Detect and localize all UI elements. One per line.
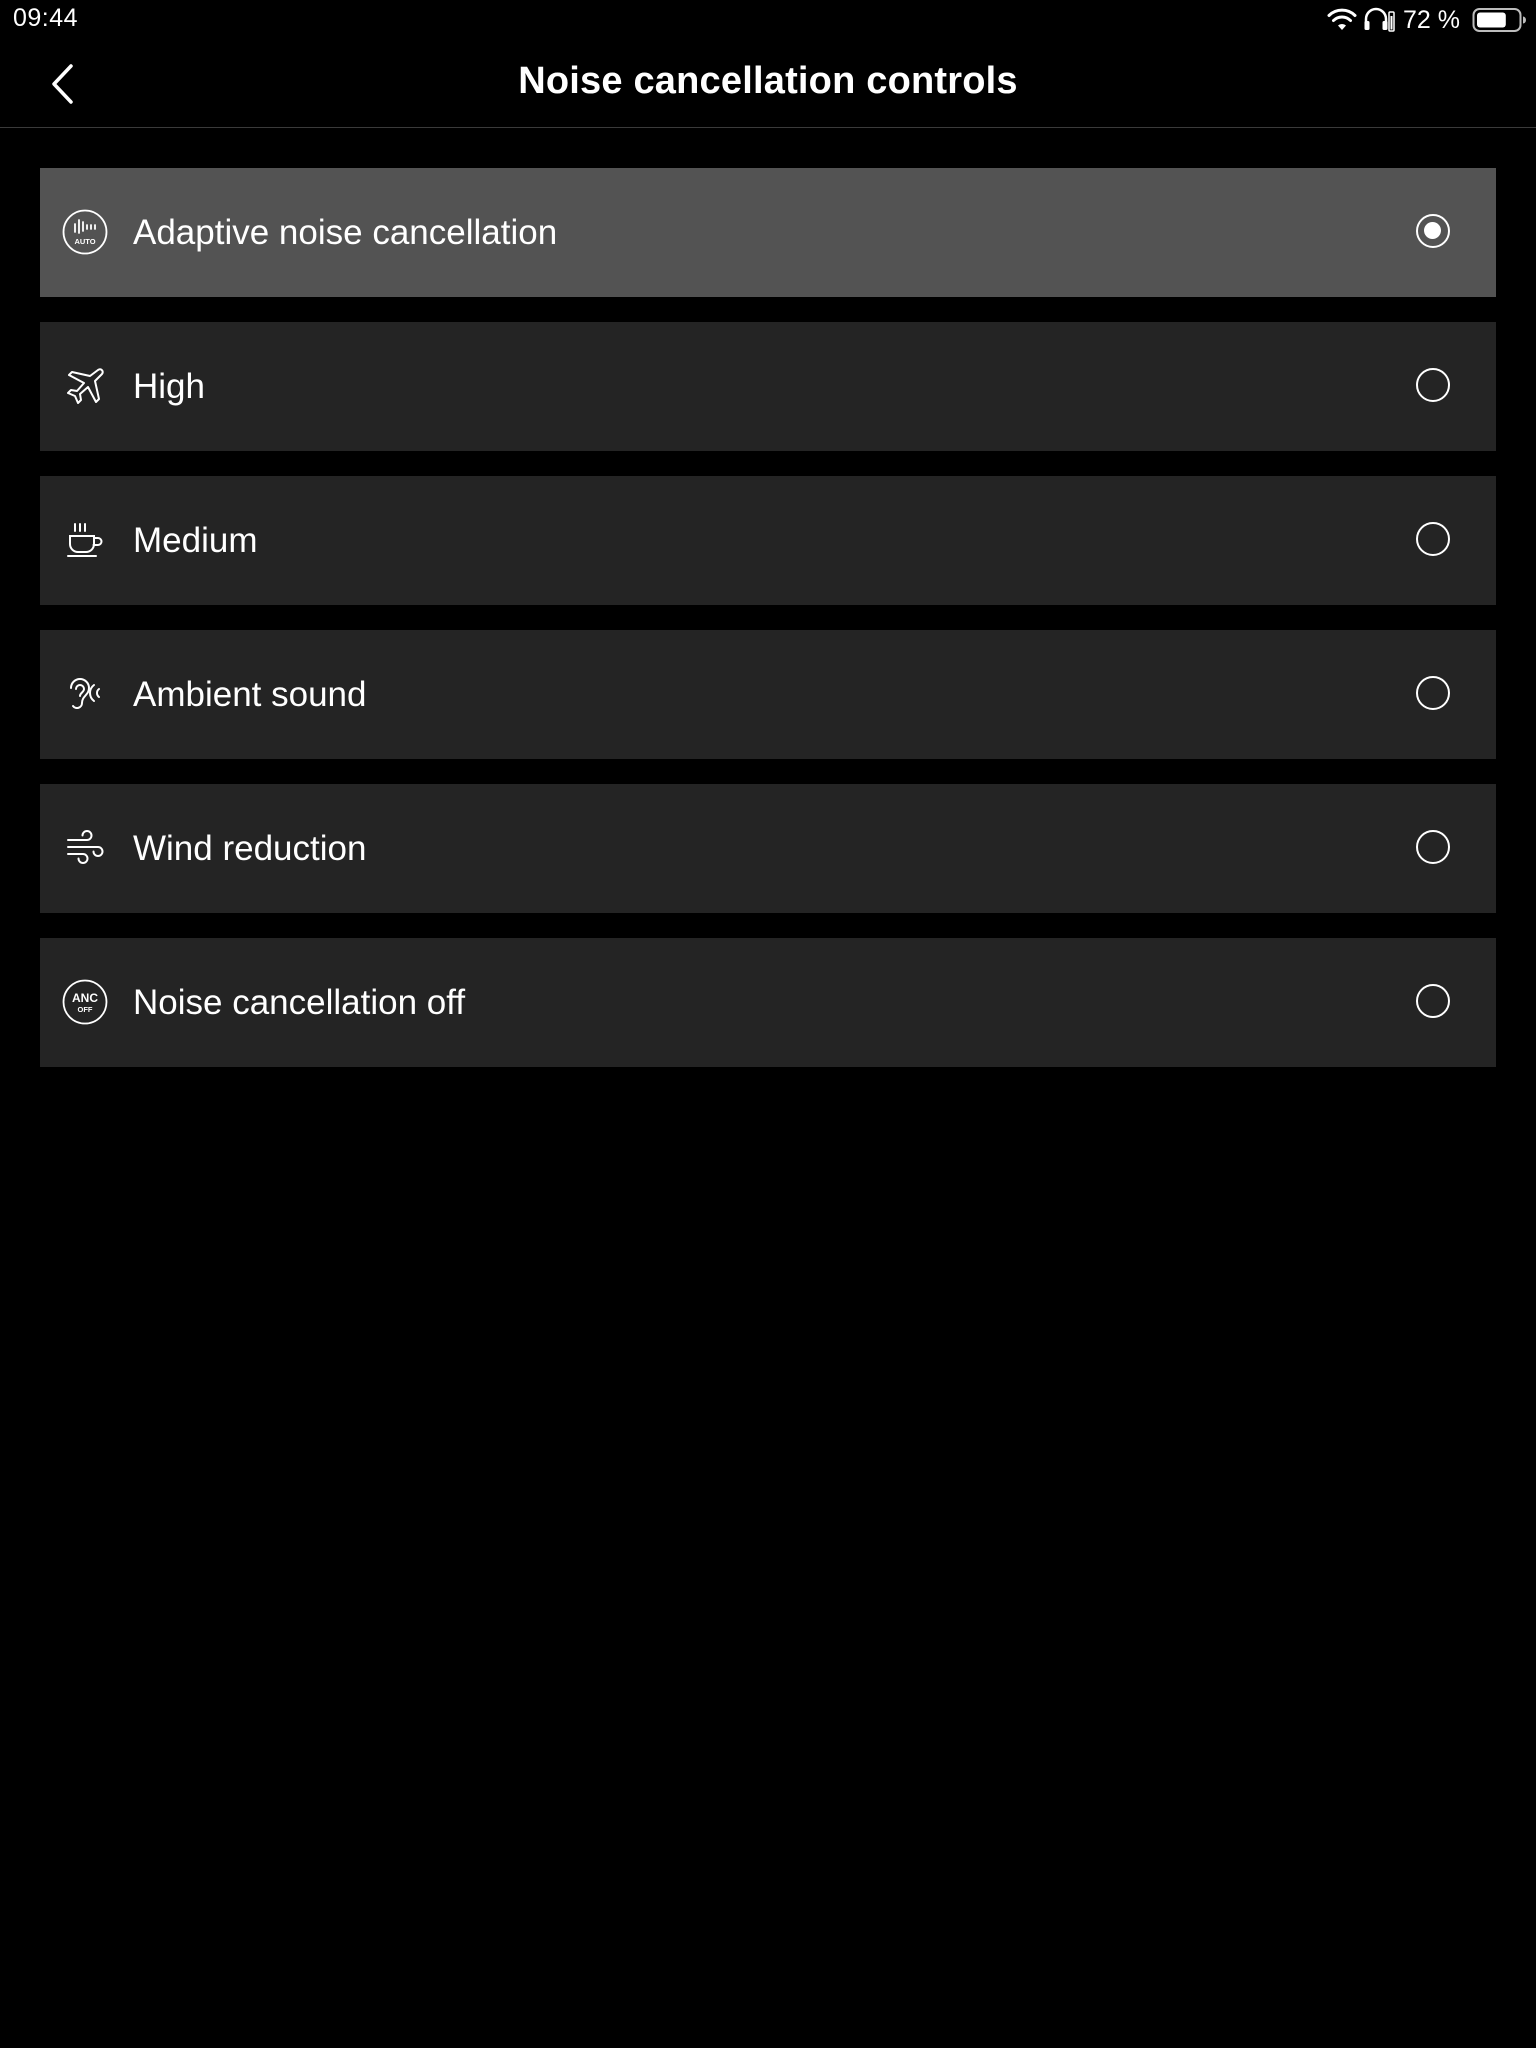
option-medium[interactable]: Medium [40, 476, 1496, 605]
option-high[interactable]: High [40, 322, 1496, 451]
airplane-icon [62, 363, 108, 409]
radio-button[interactable] [1416, 214, 1450, 248]
option-label: Medium [133, 521, 258, 560]
page-title: Noise cancellation controls [518, 60, 1018, 102]
header: Noise cancellation controls [0, 40, 1536, 128]
headphones-battery-icon [1363, 7, 1395, 33]
status-bar: 09:44 72 % [0, 0, 1536, 40]
battery-percent: 72 % [1403, 5, 1460, 34]
option-noise-cancellation-off[interactable]: ANC OFF Noise cancellation off [40, 938, 1496, 1067]
option-label: Adaptive noise cancellation [133, 213, 558, 252]
option-list: AUTO Adaptive noise cancellation High Me… [40, 168, 1496, 1092]
anc-off-icon: ANC OFF [62, 979, 108, 1025]
radio-button[interactable] [1416, 522, 1450, 556]
radio-button[interactable] [1416, 830, 1450, 864]
auto-anc-icon: AUTO [62, 209, 108, 255]
svg-text:AUTO: AUTO [74, 237, 95, 246]
battery-icon [1472, 7, 1526, 33]
radio-button[interactable] [1416, 984, 1450, 1018]
option-label: Ambient sound [133, 675, 367, 714]
option-wind-reduction[interactable]: Wind reduction [40, 784, 1496, 913]
wifi-icon [1327, 8, 1357, 32]
wind-icon [62, 825, 108, 871]
radio-button[interactable] [1416, 676, 1450, 710]
coffee-cup-icon [62, 517, 108, 563]
option-label: Noise cancellation off [133, 983, 466, 1022]
option-ambient-sound[interactable]: Ambient sound [40, 630, 1496, 759]
status-time: 09:44 [13, 4, 79, 32]
radio-button[interactable] [1416, 368, 1450, 402]
option-adaptive-noise-cancellation[interactable]: AUTO Adaptive noise cancellation [40, 168, 1496, 297]
ear-icon [62, 671, 108, 717]
option-label: High [133, 367, 205, 406]
status-indicators: 72 % [1327, 5, 1526, 35]
svg-text:OFF: OFF [78, 1005, 93, 1014]
svg-text:ANC: ANC [72, 991, 98, 1005]
option-label: Wind reduction [133, 829, 367, 868]
